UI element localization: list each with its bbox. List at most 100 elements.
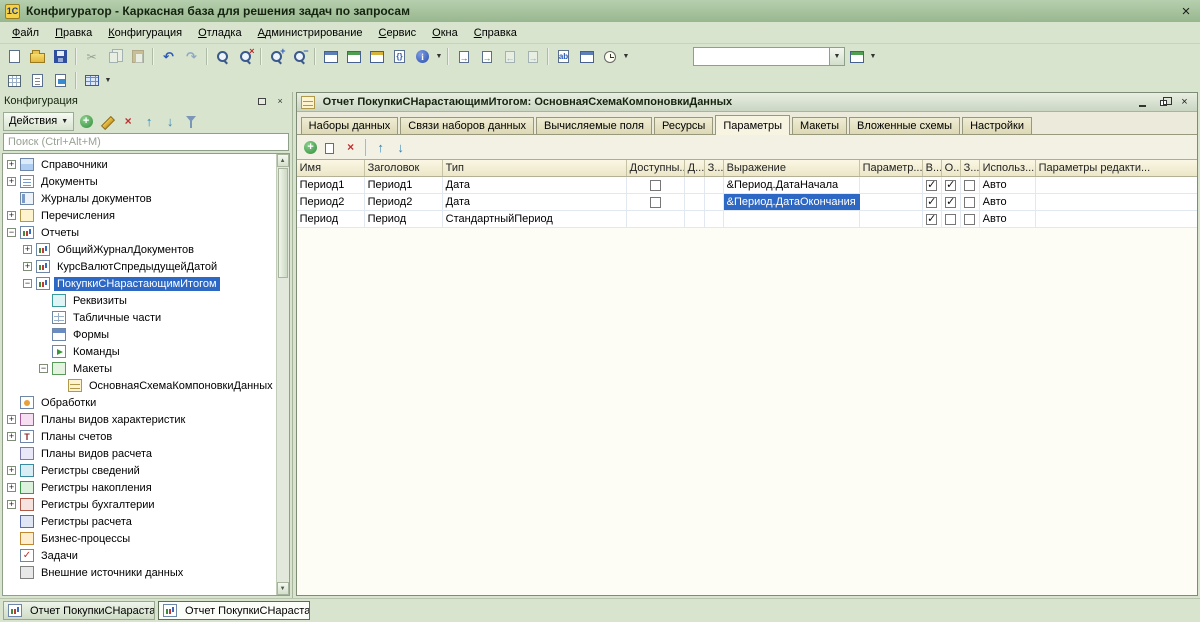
- tab-data-sets[interactable]: Наборы данных: [300, 117, 399, 134]
- type-cell[interactable]: СтандартныйПериод: [443, 211, 627, 227]
- restrict-cell[interactable]: [942, 194, 961, 210]
- toolbar-overflow-button[interactable]: ▼: [434, 46, 444, 67]
- restore-document-button[interactable]: [1155, 95, 1172, 110]
- column-header-type[interactable]: Тип: [443, 160, 627, 176]
- text-templates-button[interactable]: [575, 46, 598, 67]
- title-cell[interactable]: Период: [365, 211, 443, 227]
- scrollbar-thumb[interactable]: [277, 168, 288, 278]
- move-up-button[interactable]: ↑: [372, 138, 390, 156]
- include-checkbox[interactable]: [926, 196, 938, 209]
- new-spreadsheet-button[interactable]: [3, 70, 26, 91]
- title-cell[interactable]: Период2: [365, 194, 443, 210]
- restrict-cell[interactable]: [942, 177, 961, 193]
- chevron-down-icon[interactable]: ▼: [829, 48, 844, 65]
- usage-cell[interactable]: Авто: [980, 194, 1036, 210]
- menu-administration[interactable]: Администрирование: [250, 24, 371, 42]
- column-header-expression[interactable]: Выражение: [724, 160, 860, 176]
- tree-item-attributes[interactable]: Реквизиты: [3, 292, 276, 309]
- expand-icon[interactable]: [7, 415, 16, 424]
- available-values-checkbox[interactable]: [649, 196, 661, 208]
- tree-item-charts-of-calculation-types[interactable]: Планы видов расчета: [3, 445, 276, 462]
- tab-parameters[interactable]: Параметры: [715, 115, 790, 135]
- tree-scrollbar[interactable]: ▲ ▼: [275, 154, 289, 595]
- zoom-out-button[interactable]: −: [288, 46, 311, 67]
- tree-item-accumulation-registers[interactable]: Регистры накопления: [3, 479, 276, 496]
- expression-cell-selected[interactable]: &Период.ДатаОкончания: [723, 194, 860, 210]
- tree-item-external-data-sources[interactable]: Внешние источники данных: [3, 564, 276, 581]
- cell[interactable]: [685, 194, 705, 210]
- save-button[interactable]: [49, 46, 72, 67]
- table-dropdown-button[interactable]: ▼: [103, 70, 113, 91]
- restrict-checkbox[interactable]: [945, 213, 957, 225]
- tree-item-tabular-sections[interactable]: Табличные части: [3, 309, 276, 326]
- tree-item-calculation-registers[interactable]: Регистры расчета: [3, 513, 276, 530]
- collapse-icon[interactable]: [7, 228, 16, 237]
- timer-button[interactable]: [598, 46, 621, 67]
- column-header-usage[interactable]: Использ...: [980, 160, 1036, 176]
- database-configuration-button[interactable]: [342, 46, 365, 67]
- usage-cell[interactable]: Авто: [980, 177, 1036, 193]
- delete-parameter-button[interactable]: ×: [342, 138, 360, 156]
- expand-icon[interactable]: [7, 466, 16, 475]
- available-values-cell[interactable]: [627, 194, 685, 210]
- tree-item-commands[interactable]: Команды: [3, 343, 276, 360]
- syntax-check-button[interactable]: ab: [552, 46, 575, 67]
- tree-item-forms[interactable]: Формы: [3, 326, 276, 343]
- open-configuration-button[interactable]: [319, 46, 342, 67]
- cell[interactable]: [860, 194, 923, 210]
- find-button[interactable]: [211, 46, 234, 67]
- expand-icon[interactable]: [7, 432, 16, 441]
- restrict-checkbox[interactable]: [945, 179, 957, 192]
- forbid-checkbox[interactable]: [964, 196, 976, 208]
- cell[interactable]: [1036, 177, 1197, 193]
- forbid-cell[interactable]: [961, 211, 980, 227]
- tree-item-tasks[interactable]: Задачи: [3, 547, 276, 564]
- tree-item-document-journals[interactable]: Журналы документов: [3, 190, 276, 207]
- window-settings-button[interactable]: [845, 46, 868, 67]
- zoom-in-button[interactable]: +: [265, 46, 288, 67]
- redo-button[interactable]: ↷: [180, 46, 203, 67]
- scrollbar-track[interactable]: [277, 279, 289, 582]
- name-cell[interactable]: Период1: [297, 177, 365, 193]
- menu-configuration[interactable]: Конфигурация: [100, 24, 190, 42]
- delete-object-button[interactable]: ×: [119, 112, 137, 130]
- available-values-checkbox[interactable]: [649, 179, 661, 191]
- new-html-button[interactable]: [49, 70, 72, 91]
- filter-button[interactable]: [182, 112, 200, 130]
- add-object-button[interactable]: +: [77, 112, 95, 130]
- tree-item-templates[interactable]: Макеты: [3, 360, 276, 377]
- open-button[interactable]: [26, 46, 49, 67]
- menu-windows[interactable]: Окна: [424, 24, 466, 42]
- procedures-list-button[interactable]: [452, 46, 475, 67]
- cell[interactable]: [705, 211, 724, 227]
- taskbar-window-button[interactable]: Отчет ПокупкиСНараста...: [3, 601, 155, 620]
- tab-data-set-links[interactable]: Связи наборов данных: [400, 117, 534, 134]
- tab-nested-schemas[interactable]: Вложенные схемы: [849, 117, 961, 134]
- collapse-icon[interactable]: [39, 364, 48, 373]
- tree-item-data-processors[interactable]: Обработки: [3, 394, 276, 411]
- menu-help[interactable]: Справка: [466, 24, 525, 42]
- cell[interactable]: [705, 177, 724, 193]
- tree-item-charts-of-characteristic-types[interactable]: Планы видов характеристик: [3, 411, 276, 428]
- forbid-checkbox[interactable]: [964, 213, 976, 225]
- tab-resources[interactable]: Ресурсы: [653, 117, 714, 134]
- menu-edit[interactable]: Правка: [47, 24, 100, 42]
- search-input[interactable]: [3, 133, 289, 151]
- edit-object-button[interactable]: [98, 112, 116, 130]
- include-cell[interactable]: [923, 194, 942, 210]
- taskbar-window-button-active[interactable]: Отчет ПокупкиСНараста...: [158, 601, 310, 620]
- cell[interactable]: [1036, 211, 1197, 227]
- expand-icon[interactable]: [7, 211, 16, 220]
- cell[interactable]: [860, 211, 923, 227]
- expand-icon[interactable]: [7, 177, 16, 186]
- expand-icon[interactable]: [7, 483, 16, 492]
- tree-item-catalogs[interactable]: Справочники: [3, 156, 276, 173]
- compare-configurations-button[interactable]: [365, 46, 388, 67]
- cell[interactable]: [860, 177, 923, 193]
- expand-icon[interactable]: [23, 262, 32, 271]
- cell[interactable]: [627, 211, 685, 227]
- tree-item-report-common-journal[interactable]: ОбщийЖурналДокументов: [3, 241, 276, 258]
- move-up-button[interactable]: ↑: [140, 112, 158, 130]
- timer-dropdown-button[interactable]: ▼: [621, 46, 631, 67]
- column-header-z1[interactable]: З...: [705, 160, 724, 176]
